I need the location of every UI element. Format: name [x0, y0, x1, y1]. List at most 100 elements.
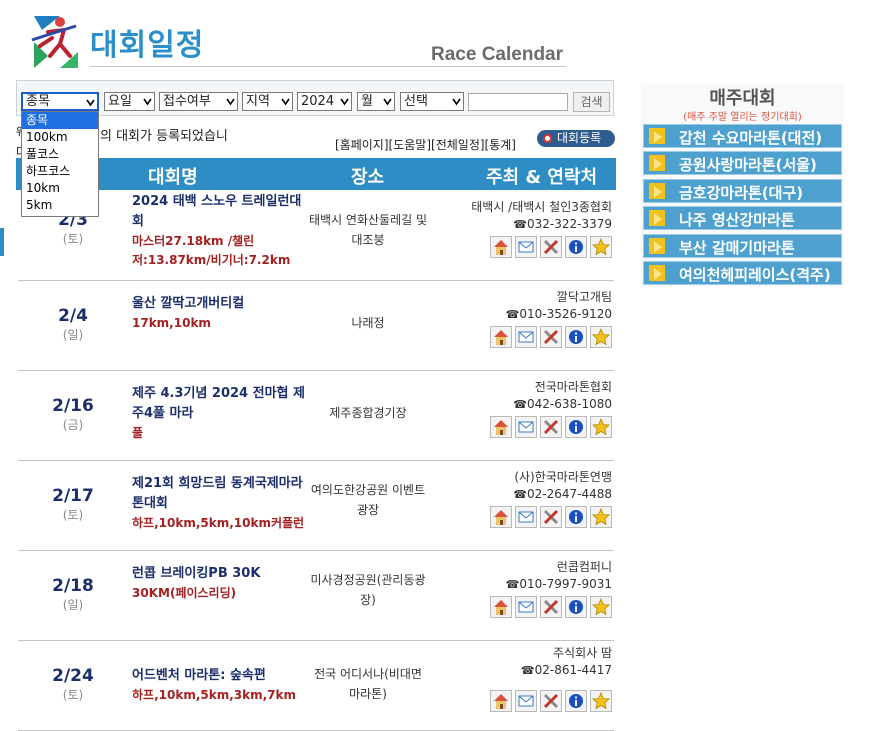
- all-schedule-link[interactable]: [전체일정]: [431, 138, 485, 152]
- race-name-link[interactable]: 2024 태백 스노우 트레일런대회: [132, 192, 310, 232]
- arrow-icon: [654, 240, 662, 253]
- race-organizer: 주식회사 땀: [552, 646, 612, 660]
- info-icon[interactable]: [565, 236, 587, 258]
- race-distance: 마스터27.18km /챌린저:13.87km/비기너:7.2km: [132, 234, 291, 267]
- phone-icon: ☎: [505, 578, 520, 591]
- race-place: 나래정: [351, 316, 385, 330]
- weekly-race-item[interactable]: 갑천 수요마라톤(대전): [643, 124, 842, 148]
- header-divider: [90, 66, 566, 67]
- weekly-race-item[interactable]: 금호강마라톤(대구): [643, 178, 842, 203]
- mail-icon[interactable]: [515, 236, 537, 258]
- race-distance: 풀: [132, 426, 144, 440]
- star-icon[interactable]: [590, 506, 612, 528]
- star-icon[interactable]: [590, 416, 612, 438]
- link-bar: [홈페이지][도움말][전체일정][통계]: [335, 136, 516, 153]
- chevron-down-icon: [340, 97, 349, 106]
- tools-icon[interactable]: [540, 690, 562, 712]
- info-icon[interactable]: [565, 416, 587, 438]
- weekly-race-label: 부산 갈매기마라톤: [679, 238, 795, 257]
- side-marker: [0, 228, 4, 256]
- race-name-link[interactable]: 런콥 브레이킹PB 30K: [132, 564, 310, 584]
- phone-icon: ☎: [505, 308, 520, 321]
- help-link[interactable]: [도움말]: [389, 138, 431, 152]
- weekly-race-item[interactable]: 공원사랑마라톤(서울): [643, 151, 842, 176]
- race-place: 태백시 연화산둘레길 및 대조붕: [308, 213, 428, 247]
- dropdown-option[interactable]: 종목: [22, 112, 98, 129]
- search-input[interactable]: [468, 93, 568, 111]
- home-icon[interactable]: [490, 326, 512, 348]
- weekly-race-label: 금호강마라톤(대구): [679, 183, 804, 202]
- race-name-link[interactable]: 제21회 희망드림 동계국제마라톤대회: [132, 474, 310, 514]
- mail-icon[interactable]: [515, 690, 537, 712]
- race-phone-number: 010-3526-9120: [519, 307, 612, 321]
- race-organizer: 태백시 /태백시 철인3종협회: [471, 200, 612, 214]
- dropdown-option[interactable]: 10km: [22, 180, 98, 197]
- option-select[interactable]: 선택: [400, 92, 464, 111]
- phone-icon: ☎: [520, 664, 535, 677]
- info-icon[interactable]: [565, 690, 587, 712]
- home-icon[interactable]: [490, 506, 512, 528]
- info-icon[interactable]: [565, 326, 587, 348]
- chevron-down-icon: [226, 97, 235, 106]
- dropdown-option[interactable]: 풀코스: [22, 146, 98, 163]
- day-select[interactable]: 요일: [104, 92, 155, 111]
- phone-icon: ☎: [513, 398, 527, 411]
- phone-icon: ☎: [513, 218, 527, 231]
- star-icon[interactable]: [590, 326, 612, 348]
- home-icon[interactable]: [490, 416, 512, 438]
- table-row: 2/17 (토) 제21회 희망드림 동계국제마라톤대회 하프,10km,5km,10…: [18, 460, 614, 551]
- star-icon[interactable]: [590, 236, 612, 258]
- month-select[interactable]: 월: [357, 92, 395, 111]
- info-icon[interactable]: [565, 506, 587, 528]
- star-icon[interactable]: [590, 596, 612, 618]
- row-action-icons: [490, 236, 614, 258]
- col-place-header: 장소: [351, 167, 385, 188]
- registration-select[interactable]: 접수여부: [159, 92, 238, 111]
- register-race-button[interactable]: 대회등록: [537, 130, 615, 147]
- race-weekday: (토): [62, 688, 84, 702]
- year-select-value: 2024: [301, 94, 335, 109]
- mail-icon[interactable]: [515, 506, 537, 528]
- event-select[interactable]: 종목: [21, 92, 99, 111]
- weekly-race-item[interactable]: 나주 영산강마라톤: [643, 206, 842, 231]
- race-name-link[interactable]: 어드벤처 마라톤: 숲속편: [132, 666, 310, 686]
- stats-link[interactable]: [통계]: [485, 138, 516, 152]
- race-place: 여의도한강공원 이벤트광장: [310, 483, 426, 517]
- row-action-icons: [490, 506, 614, 528]
- tools-icon[interactable]: [540, 236, 562, 258]
- notice-text: 의 대회가 등록되었습니: [100, 129, 228, 144]
- home-icon[interactable]: [490, 690, 512, 712]
- mail-icon[interactable]: [515, 326, 537, 348]
- race-name-link[interactable]: 제주 4.3기념 2024 전마협 제주4풀 마라: [132, 384, 310, 424]
- chevron-down-icon: [143, 97, 152, 106]
- weekly-race-item[interactable]: 부산 갈매기마라톤: [643, 233, 842, 258]
- race-phone-number: 02-2647-4488: [526, 487, 612, 501]
- race-distance: 하프,10km,5km,3km,7km: [132, 688, 297, 702]
- weekly-subtitle: (매주 주말 열리는 정기대회): [683, 112, 802, 123]
- home-icon[interactable]: [490, 596, 512, 618]
- tools-icon[interactable]: [540, 326, 562, 348]
- race-name-link[interactable]: 울산 깔딱고개버티컬: [132, 294, 310, 314]
- search-button[interactable]: 검색: [573, 92, 610, 112]
- star-icon[interactable]: [590, 690, 612, 712]
- info-icon[interactable]: [565, 596, 587, 618]
- tools-icon[interactable]: [540, 596, 562, 618]
- home-icon[interactable]: [490, 236, 512, 258]
- region-select[interactable]: 지역: [242, 92, 293, 111]
- race-weekday: (일): [62, 598, 84, 612]
- tools-icon[interactable]: [540, 506, 562, 528]
- race-place: 제주종합경기장: [329, 406, 407, 420]
- dropdown-option[interactable]: 100km: [22, 129, 98, 146]
- site-logo[interactable]: [30, 12, 78, 68]
- homepage-link[interactable]: [홈페이지]: [335, 138, 389, 152]
- year-select[interactable]: 2024: [297, 92, 352, 111]
- tools-icon[interactable]: [540, 416, 562, 438]
- dropdown-option[interactable]: 하프코스: [22, 163, 98, 180]
- weekly-race-item[interactable]: 여의천헤피레이스(격주): [643, 261, 842, 285]
- mail-icon[interactable]: [515, 416, 537, 438]
- race-phone-number: 010-7997-9031: [519, 577, 612, 591]
- mail-icon[interactable]: [515, 596, 537, 618]
- dropdown-option[interactable]: 5km: [22, 197, 98, 214]
- race-date: 2/18: [52, 576, 94, 596]
- row-action-icons: [490, 326, 614, 348]
